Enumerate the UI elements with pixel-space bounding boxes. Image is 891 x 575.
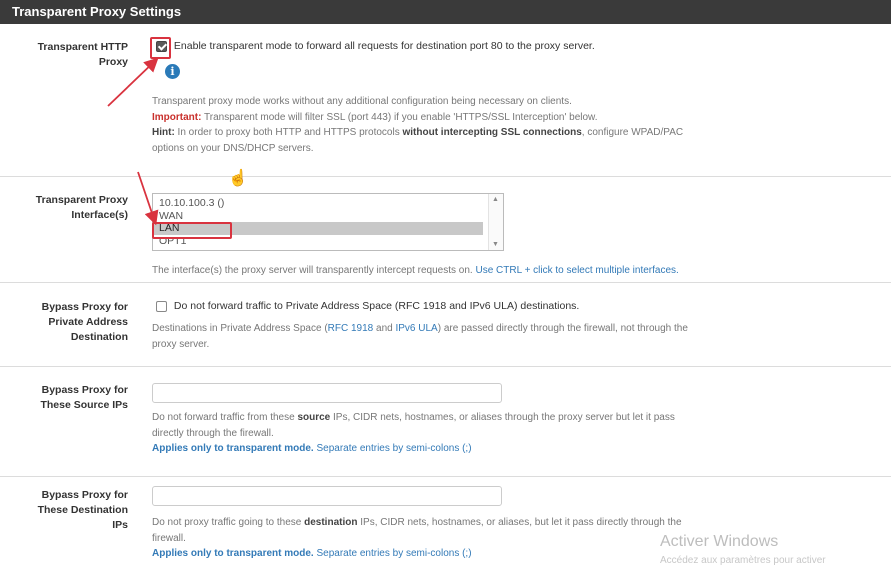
bypass-source-label: Bypass Proxy for These Source IPs <box>40 384 128 411</box>
annotation-checkbox-highlight <box>150 37 171 59</box>
scroll-up-icon[interactable]: ▲ <box>492 196 499 203</box>
transparent-http-help: Transparent proxy mode works without any… <box>152 96 684 154</box>
bypass-source-help: Do not forward traffic from these source… <box>152 410 883 457</box>
scroll-down-icon[interactable]: ▼ <box>492 241 499 248</box>
hint-label: Hint: <box>152 127 175 138</box>
mouse-cursor-icon: ☝ <box>228 170 248 187</box>
interfaces-label: Transparent Proxy Interface(s) <box>35 194 128 221</box>
transparent-http-content: Enable transparent mode to forward all r… <box>152 40 883 52</box>
annotation-lan-highlight <box>152 222 232 239</box>
transparent-http-row: Transparent HTTP Proxy Enable transparen… <box>0 24 891 174</box>
bypass-private-row: Bypass Proxy for Private Address Destina… <box>0 282 891 365</box>
bypass-dest-input[interactable] <box>152 486 502 506</box>
windows-watermark-subtitle: Accédez aux paramètres pour activer <box>660 555 826 566</box>
applies-note: Applies only to transparent mode. Separa… <box>152 443 472 454</box>
bypass-private-checkbox-label[interactable]: Do not forward traffic to Private Addres… <box>174 300 579 312</box>
transparent-http-label: Transparent HTTP Proxy <box>37 41 128 68</box>
bypass-dest-label: Bypass Proxy for These Destination IPs <box>37 489 128 531</box>
windows-watermark-title: Activer Windows <box>660 533 779 550</box>
bypass-private-label: Bypass Proxy for Private Address Destina… <box>41 301 128 343</box>
ipv6-ula-link[interactable]: IPv6 ULA <box>395 323 437 334</box>
transparent-http-checkbox-label[interactable]: Enable transparent mode to forward all r… <box>174 40 595 52</box>
bypass-private-checkbox[interactable] <box>156 300 167 312</box>
bypass-private-content: Do not forward traffic to Private Addres… <box>152 300 883 312</box>
bypass-source-row: Bypass Proxy for These Source IPs Do not… <box>0 366 891 475</box>
important-label: Important: <box>152 111 202 123</box>
bypass-private-help: Destinations in Private Address Space (R… <box>152 323 688 350</box>
rfc1918-link[interactable]: RFC 1918 <box>328 323 374 334</box>
bypass-source-input[interactable] <box>152 383 502 403</box>
listbox-scrollbar[interactable]: ▲ ▼ <box>488 194 503 250</box>
listbox-option[interactable]: 10.10.100.3 () <box>153 197 503 210</box>
info-icon[interactable]: i <box>165 64 180 79</box>
interfaces-help: The interface(s) the proxy server will t… <box>152 265 679 276</box>
listbox-option[interactable]: WAN <box>153 210 503 223</box>
panel-title: Transparent Proxy Settings <box>0 0 891 24</box>
ctrl-click-hint: Use CTRL + click to select multiple inte… <box>475 265 679 276</box>
interfaces-row: Transparent Proxy Interface(s) 10.10.100… <box>0 176 891 281</box>
